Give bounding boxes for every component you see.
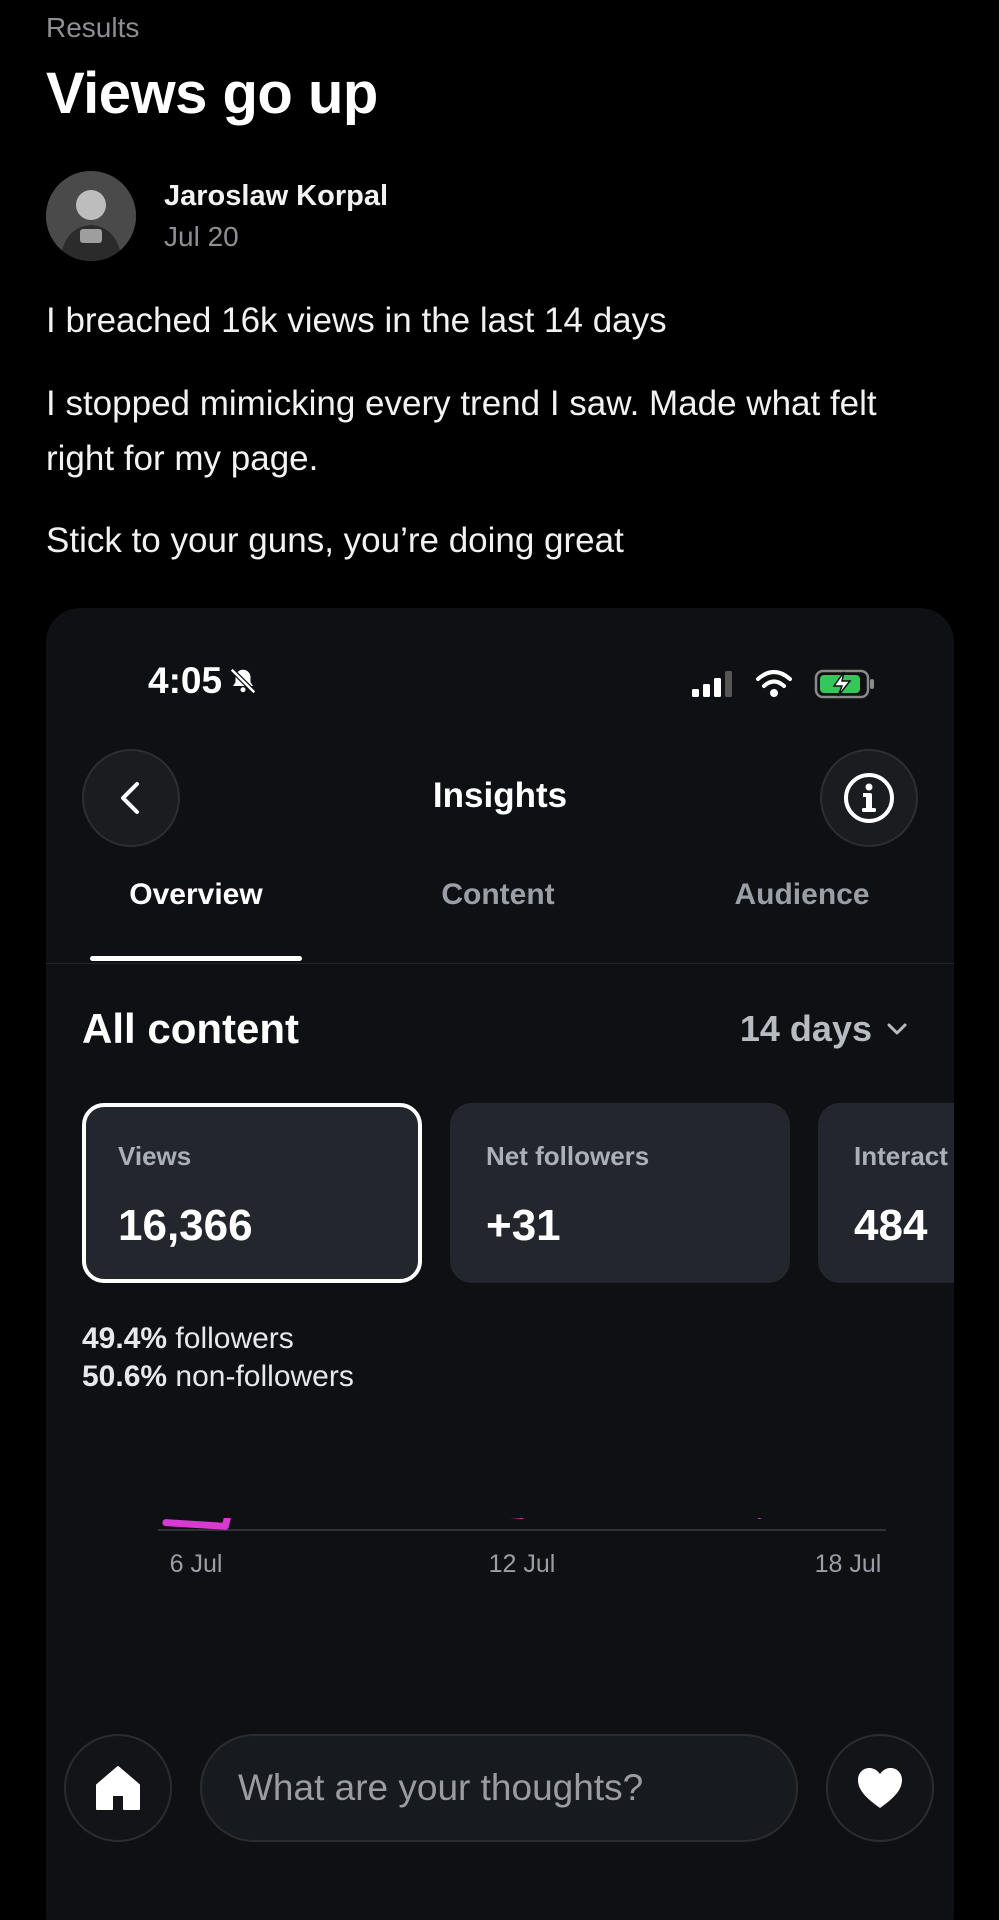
author-row[interactable]: Jaroslaw Korpal Jul 20 — [46, 170, 388, 262]
metric-label: Interact — [854, 1141, 948, 1171]
date-range-label: 14 days — [739, 1008, 872, 1049]
metric-card-views[interactable]: Views 16,366 — [82, 1103, 422, 1283]
signal-icon — [692, 671, 732, 697]
like-button[interactable] — [826, 1734, 934, 1842]
home-button[interactable] — [64, 1734, 172, 1842]
tab-overview[interactable]: Overview — [90, 878, 302, 912]
data-point — [162, 1519, 170, 1527]
post-paragraph: I stopped mimicking every trend I saw. M… — [46, 384, 877, 478]
post-paragraph: Stick to your guns, you’re doing great — [46, 521, 624, 560]
metric-label: Net followers — [486, 1141, 650, 1171]
tab-bar: Overview Content Audience — [46, 878, 954, 934]
battery-charging-icon — [814, 669, 874, 699]
metric-value: +31 — [486, 1201, 561, 1250]
x-tick-label: 12 Jul — [489, 1550, 556, 1578]
bottom-action-bar — [0, 1734, 999, 1842]
screen-title: Insights — [432, 776, 568, 815]
non-followers-label: non-followers — [175, 1360, 354, 1393]
metric-card-net-followers[interactable]: Net followers +31 — [450, 1103, 790, 1283]
post-date: Jul 20 — [164, 220, 239, 252]
wifi-icon — [756, 670, 792, 697]
non-followers-share: 50.6% non-followers — [82, 1358, 354, 1396]
metric-value: 16,366 — [118, 1201, 253, 1250]
author-name[interactable]: Jaroslaw Korpal — [164, 180, 388, 213]
metric-card-interactions[interactable]: Interact 484 — [818, 1103, 954, 1283]
followers-pct: 49.4% — [82, 1322, 168, 1355]
status-bar-time: 4:05 — [148, 660, 258, 702]
non-followers-pct: 50.6% — [82, 1360, 168, 1393]
post-paragraph: I breached 16k views in the last 14 days — [46, 301, 667, 340]
avatar[interactable] — [46, 171, 136, 261]
info-button[interactable] — [820, 749, 918, 847]
section-title: All content — [82, 1005, 299, 1052]
insights-screenshot[interactable]: 4:05 Insights Overview Content Audience … — [46, 608, 954, 1920]
info-icon — [844, 773, 894, 823]
section-label: Results — [46, 12, 140, 43]
heart-icon — [858, 1768, 902, 1808]
tab-audience[interactable]: Audience — [696, 878, 908, 912]
tab-divider — [46, 963, 954, 964]
bell-muted-icon — [230, 667, 257, 695]
x-tick-label: 6 Jul — [170, 1550, 223, 1578]
post-title: Views go up — [46, 61, 378, 126]
tab-content[interactable]: Content — [392, 878, 604, 912]
status-icons — [690, 668, 876, 700]
status-time-text: 4:05 — [148, 660, 223, 701]
data-point — [757, 1518, 762, 1519]
comment-input[interactable] — [200, 1734, 798, 1842]
x-tick-label: 18 Jul — [815, 1550, 882, 1578]
audience-split: 49.4% followers 50.6% non-followers — [82, 1320, 354, 1396]
views-line-chart: 1.9K3.8K6 Jul12 Jul18 Jul — [158, 1518, 886, 1578]
home-icon — [96, 1766, 140, 1810]
date-range-dropdown[interactable]: 14 days — [740, 1008, 910, 1050]
metric-value: 484 — [854, 1201, 928, 1250]
chevron-down-icon — [887, 1023, 907, 1035]
active-tab-indicator — [90, 956, 302, 961]
followers-share: 49.4% followers — [82, 1320, 354, 1358]
data-point — [221, 1522, 229, 1530]
metric-label: Views — [118, 1141, 192, 1171]
followers-label: followers — [175, 1322, 294, 1355]
views-series-line — [162, 1518, 762, 1530]
